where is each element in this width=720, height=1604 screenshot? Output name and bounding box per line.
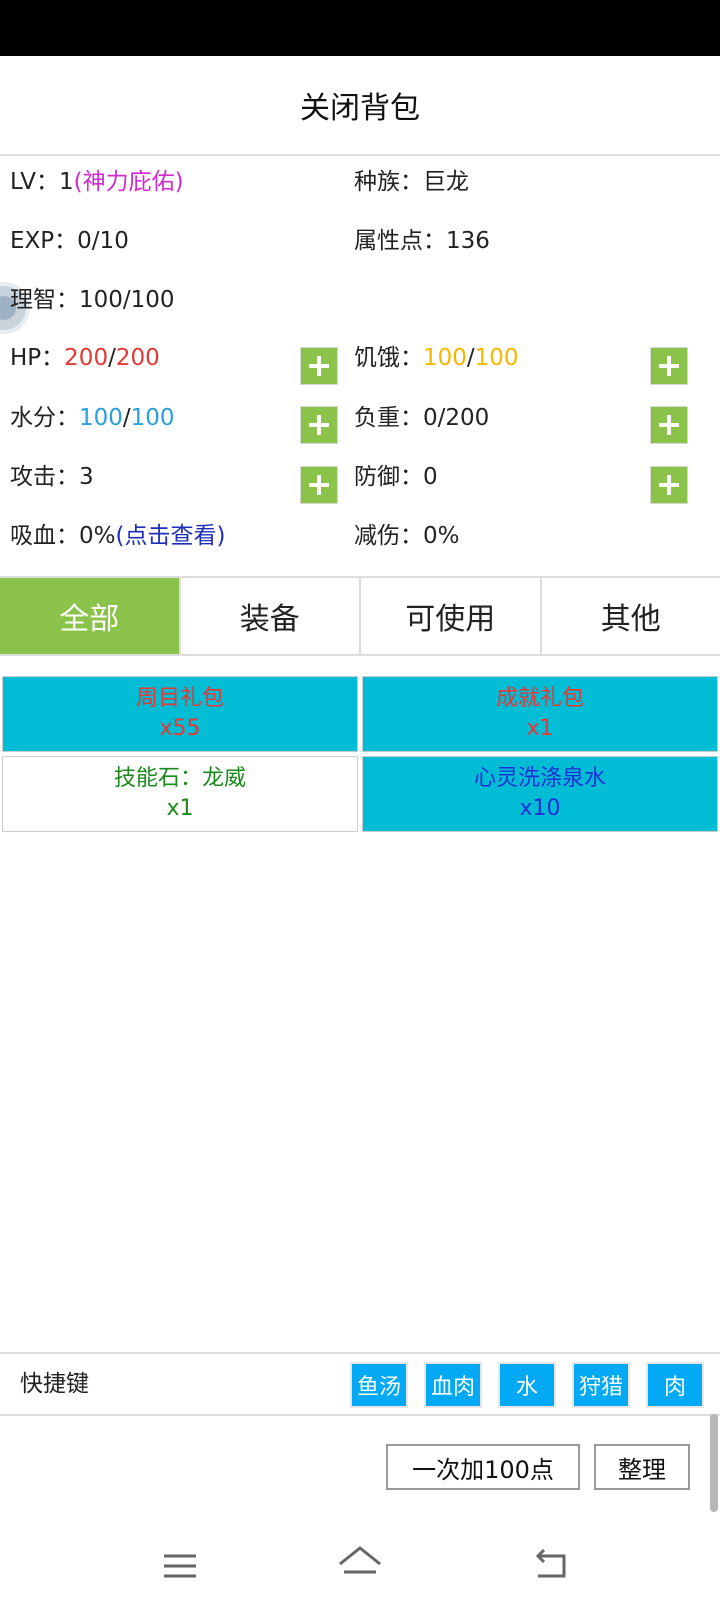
item-name: 技能石：龙威 [114,764,246,794]
exp-stat: EXP：0/10 [10,221,129,261]
defense-label: 防御： [354,464,423,490]
shortcut-hunt-button[interactable]: 狩猎 [572,1362,630,1408]
hp-max: 200 [116,345,160,371]
inventory-item[interactable]: 心灵洗涤泉水 x10 [362,756,718,832]
nav-icons [0,1530,720,1600]
inventory-grid: 周目礼包 x55 成就礼包 x1 技能石：龙威 x1 心灵洗涤泉水 x10 [0,676,720,832]
category-tabs: 全部 装备 可使用 其他 [0,576,720,656]
menu-icon[interactable] [164,1556,196,1576]
add-100-points-button[interactable]: 一次加100点 [386,1444,580,1490]
defense-plus-button[interactable] [650,466,688,504]
divider [0,1414,720,1416]
home-icon[interactable] [340,1548,380,1572]
load-stat: 负重：0/200 [354,398,489,438]
level-value: 1 [59,169,74,195]
tab-usable[interactable]: 可使用 [359,578,540,654]
status-bar [0,0,720,56]
hp-label: HP： [10,345,64,371]
hunger-current: 100 [423,345,467,371]
exp-label: EXP： [10,228,77,254]
race-label: 种族： [354,169,423,195]
divider [0,1352,720,1354]
lifesteal-stat: 吸血：0%(点击查看) [10,516,225,556]
lifesteal-label: 吸血： [10,523,79,549]
sanity-label: 理智： [10,287,79,313]
inventory-item[interactable]: 技能石：龙威 x1 [2,756,358,832]
item-count: x1 [526,714,553,744]
attack-value: 3 [79,464,94,490]
close-bag-title[interactable]: 关闭背包 [0,56,720,156]
water-max: 100 [131,405,175,431]
hunger-plus-button[interactable] [650,347,688,385]
water-plus-button[interactable] [300,406,338,444]
shortcut-label: 快捷键 [20,1360,89,1408]
shortcut-meat-button[interactable]: 肉 [646,1362,704,1408]
sanity-stat: 理智：100/100 [10,280,175,320]
back-icon[interactable] [538,1550,564,1576]
hp-plus-button[interactable] [300,347,338,385]
hunger-label: 饥饿： [354,345,423,371]
load-plus-button[interactable] [650,406,688,444]
lifesteal-detail-link[interactable]: (点击查看) [116,523,226,549]
level-label: LV： [10,169,59,195]
item-count: x1 [166,794,193,824]
item-count: x10 [519,794,560,824]
lifesteal-value: 0% [79,523,116,549]
attribute-points-label: 属性点： [354,228,446,254]
attribute-points-value: 136 [446,228,490,254]
inventory-item[interactable]: 周目礼包 x55 [2,676,358,752]
sort-button[interactable]: 整理 [594,1444,690,1490]
hunger-max: 100 [475,345,519,371]
attribute-points-stat: 属性点：136 [354,221,490,261]
water-current: 100 [79,405,123,431]
item-name: 心灵洗涤泉水 [474,764,606,794]
hp-current: 200 [64,345,108,371]
hp-separator: / [108,345,116,371]
defense-value: 0 [423,464,438,490]
load-value: 0/200 [423,405,489,431]
hunger-stat: 饥饿：100/100 [354,338,519,378]
system-nav-bar [0,1530,720,1600]
tab-other[interactable]: 其他 [540,578,720,654]
water-separator: / [123,405,131,431]
item-count: x55 [159,714,200,744]
inventory-item[interactable]: 成就礼包 x1 [362,676,718,752]
tab-all[interactable]: 全部 [0,578,179,654]
hunger-separator: / [467,345,475,371]
shortcut-water-button[interactable]: 水 [498,1362,556,1408]
level-stat: LV：1(神力庇佑) [10,162,184,202]
item-name: 成就礼包 [496,684,584,714]
scrollbar[interactable] [710,1414,718,1512]
item-name: 周目礼包 [136,684,224,714]
defense-stat: 防御：0 [354,457,438,497]
shortcut-raw-meat-button[interactable]: 血肉 [424,1362,482,1408]
load-label: 负重： [354,405,423,431]
attack-plus-button[interactable] [300,466,338,504]
tab-equipment[interactable]: 装备 [179,578,360,654]
water-stat: 水分：100/100 [10,398,175,438]
attack-label: 攻击： [10,464,79,490]
race-stat: 种族：巨龙 [354,162,469,202]
damage-reduction-stat: 减伤：0% [354,516,460,556]
damage-reduction-value: 0% [423,523,460,549]
level-note: (神力庇佑) [74,169,184,195]
shortcut-fish-soup-button[interactable]: 鱼汤 [350,1362,408,1408]
race-value: 巨龙 [423,169,469,195]
exp-value: 0/10 [77,228,129,254]
attack-stat: 攻击：3 [10,457,94,497]
damage-reduction-label: 减伤： [354,523,423,549]
sanity-value: 100/100 [79,287,175,313]
hp-stat: HP：200/200 [10,338,160,378]
water-label: 水分： [10,405,79,431]
